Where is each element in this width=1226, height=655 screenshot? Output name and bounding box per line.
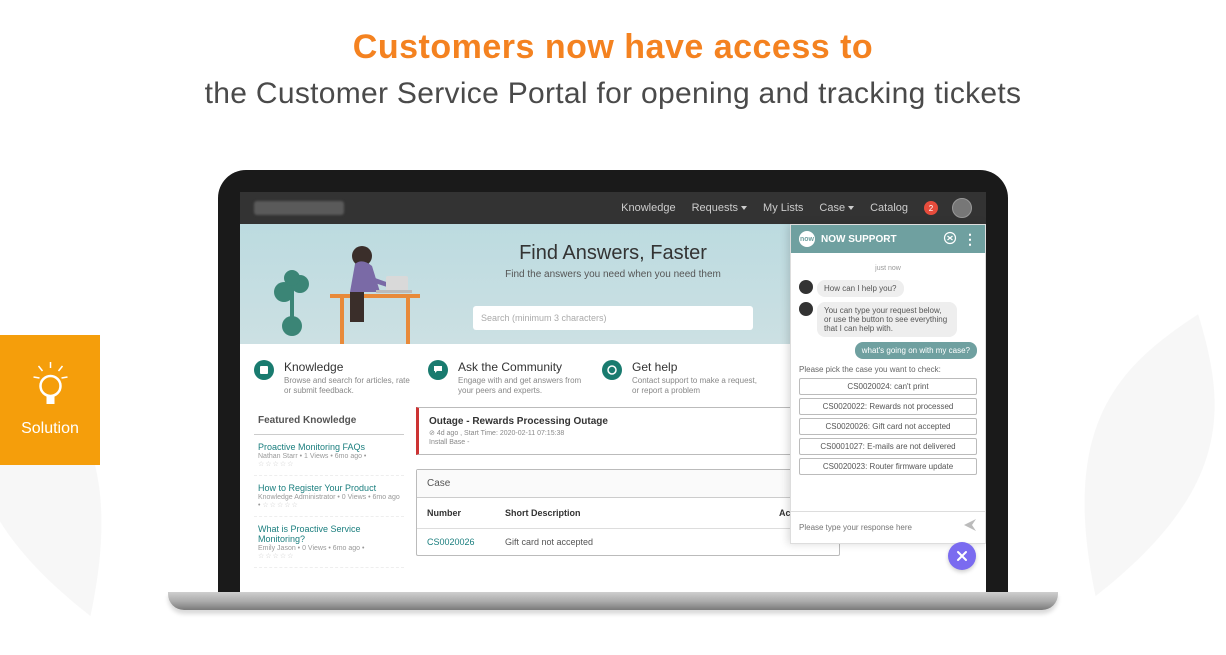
outage-alert[interactable]: Outage - Rewards Processing Outage ⊘ 4d … [416,407,840,455]
hero-line-2: the Customer Service Portal for opening … [0,77,1226,111]
card-knowledge[interactable]: KnowledgeBrowse and search for articles,… [254,360,414,397]
col-desc: Short Description [505,508,779,518]
bot-message: How can I help you? [817,280,904,297]
case-option[interactable]: CS0020023: Router firmware update [799,458,977,475]
kb-item[interactable]: Proactive Monitoring FAQs Nathan Starr •… [254,435,404,476]
chat-timestamp: just now [799,265,977,272]
nav-mylists[interactable]: My Lists [763,202,803,214]
bulb-icon [28,362,73,412]
chat-close-fab[interactable] [948,542,976,570]
featured-knowledge-title: Featured Knowledge [254,407,404,435]
nav-knowledge[interactable]: Knowledge [621,202,675,214]
lifebuoy-icon [602,360,622,380]
laptop-base [168,592,1058,610]
banner-title: Find Answers, Faster [505,242,721,265]
table-row[interactable]: CS0020026 Gift card not accepted [417,529,839,555]
banner-subtitle: Find the answers you need when you need … [505,269,721,280]
kb-item[interactable]: What is Proactive Service Monitoring? Em… [254,517,404,568]
search-input[interactable]: Search (minimum 3 characters) [473,306,753,330]
solution-badge: Solution [0,335,100,465]
decorative-leaf-right [1000,280,1226,635]
card-gethelp[interactable]: Get helpContact support to make a reques… [602,360,762,397]
notification-badge[interactable]: 2 [924,201,938,215]
nav-case[interactable]: Case [819,202,854,214]
banner-illustration [260,234,420,349]
case-option[interactable]: CS0020022: Rewards not processed [799,398,977,415]
nav-requests[interactable]: Requests [692,202,747,214]
case-label: Case [427,478,450,489]
user-avatar[interactable] [952,198,972,218]
case-panel: Case View Number Short Description Actio… [416,469,840,556]
send-icon[interactable] [963,518,977,537]
bot-message: You can type your request below, or use … [817,302,957,337]
portal-screen: Knowledge Requests My Lists Case Catalog… [240,192,986,592]
top-nav: Knowledge Requests My Lists Case Catalog… [240,192,986,224]
col-number: Number [427,508,505,518]
chat-widget: now NOW SUPPORT ⋮ just now How can I hel… [790,224,986,544]
chevron-down-icon [848,206,854,210]
chat-refresh-icon[interactable] [943,231,957,248]
kb-item[interactable]: How to Register Your Product Knowledge A… [254,476,404,517]
card-community[interactable]: Ask the CommunityEngage with and get ans… [428,360,588,397]
now-logo-icon: now [799,231,815,247]
case-option[interactable]: CS0020024: can't print [799,378,977,395]
nav-catalog[interactable]: Catalog [870,202,908,214]
hero-line-1: Customers now have access to [0,28,1226,67]
brand-logo [254,201,344,215]
user-message: what's going on with my case? [855,342,977,359]
book-icon [254,360,274,380]
bot-avatar-icon [799,280,813,294]
bot-avatar-icon [799,302,813,316]
case-option[interactable]: CS0001027: E-mails are not delivered [799,438,977,455]
laptop-frame: Knowledge Requests My Lists Case Catalog… [218,170,1008,610]
solution-label: Solution [21,420,79,438]
case-option[interactable]: CS0020026: Gift card not accepted [799,418,977,435]
chat-menu-icon[interactable]: ⋮ [963,231,977,248]
chat-input[interactable] [799,523,957,532]
chat-prompt: Please pick the case you want to check: [799,365,977,374]
chat-header: now NOW SUPPORT ⋮ [791,225,985,253]
chevron-down-icon [741,206,747,210]
chat-icon [428,360,448,380]
